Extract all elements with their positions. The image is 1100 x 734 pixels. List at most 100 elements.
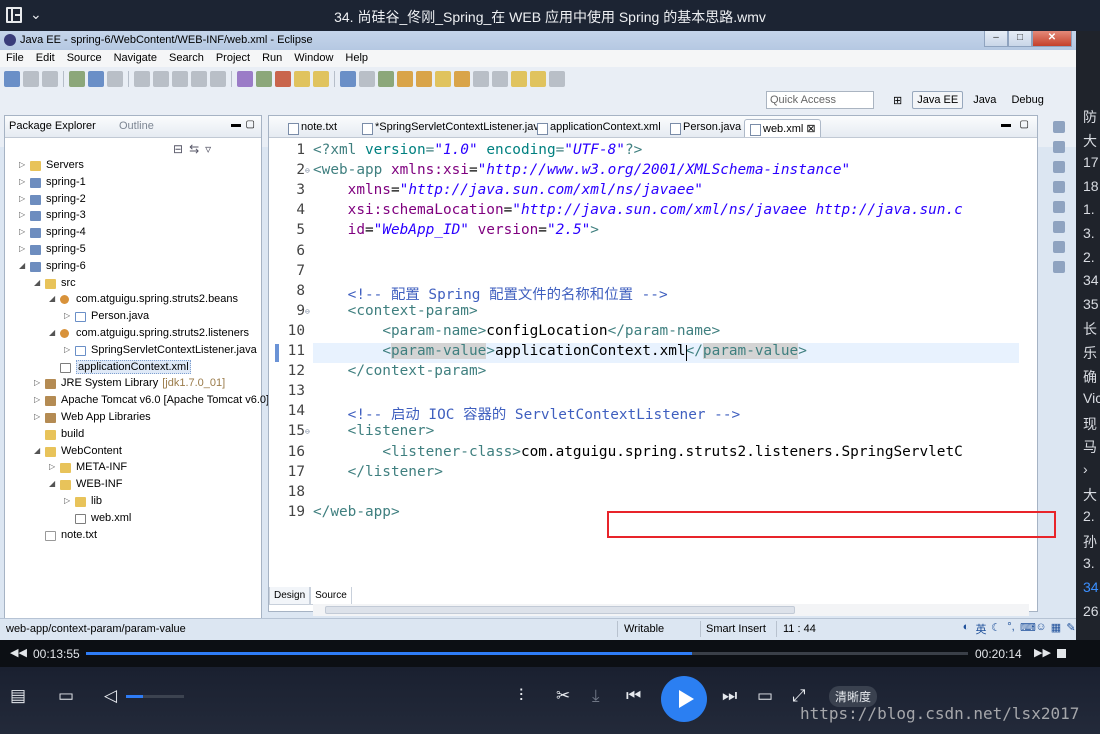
tree-item[interactable]: ◢ WebContent bbox=[5, 444, 261, 461]
playlist-item[interactable]: 乐 bbox=[1083, 343, 1097, 363]
code-line[interactable]: id="WebApp_ID" version="2.5"> bbox=[313, 222, 599, 242]
download-icon[interactable]: ⤓ bbox=[592, 686, 600, 706]
menu-item-navigate[interactable]: Navigate bbox=[108, 50, 163, 67]
publish-icon[interactable] bbox=[88, 71, 104, 87]
properties-icon[interactable] bbox=[1053, 221, 1065, 233]
playlist-icon[interactable]: ▤ bbox=[10, 686, 26, 706]
fold-toggle-icon[interactable]: ⊖ bbox=[305, 427, 313, 436]
fast-forward-icon[interactable]: ▶▶ bbox=[1034, 646, 1051, 659]
code-line[interactable]: </context-param> bbox=[313, 363, 487, 383]
playlist-item[interactable]: 35 bbox=[1083, 296, 1099, 312]
tree-item[interactable]: applicationContext.xml bbox=[5, 359, 261, 377]
playlist-item[interactable]: › bbox=[1083, 461, 1088, 477]
playlist-item[interactable]: 34 bbox=[1083, 579, 1099, 595]
menu-item-search[interactable]: Search bbox=[163, 50, 210, 67]
maximize-button[interactable]: □ bbox=[1008, 31, 1032, 47]
tree-item[interactable]: note.txt bbox=[5, 528, 261, 545]
equalizer-icon[interactable]: ⫶ bbox=[519, 686, 523, 706]
code-line[interactable]: <param-name>configLocation</param-name> bbox=[313, 323, 720, 343]
next-icon[interactable]: ⏭ bbox=[722, 686, 737, 706]
expand-arrow-icon[interactable]: ▷ bbox=[34, 378, 40, 387]
expand-arrow-icon[interactable]: ▷ bbox=[19, 177, 25, 186]
close-button[interactable]: ✕ bbox=[1032, 31, 1072, 47]
playlist-item[interactable]: 长 bbox=[1083, 319, 1097, 339]
terminate-icon[interactable] bbox=[172, 71, 188, 87]
expand-arrow-icon[interactable]: ▷ bbox=[34, 395, 40, 404]
playlist-item[interactable]: 大 bbox=[1083, 485, 1097, 505]
expand-arrow-icon[interactable]: ▷ bbox=[64, 345, 70, 354]
perspective-java[interactable]: Java bbox=[968, 91, 1001, 109]
playlist-item[interactable]: 17 bbox=[1083, 154, 1099, 170]
volume-slider[interactable] bbox=[126, 695, 184, 698]
menu-item-help[interactable]: Help bbox=[339, 50, 374, 67]
maximize-editor-icon[interactable]: ▢ bbox=[1020, 119, 1029, 130]
perspective-java-ee[interactable]: Java EE bbox=[912, 91, 964, 109]
next-annotation-icon[interactable] bbox=[473, 71, 489, 87]
new-icon[interactable] bbox=[4, 71, 20, 87]
run-icon[interactable] bbox=[256, 71, 272, 87]
collapse-arrow-icon[interactable]: ◢ bbox=[34, 446, 40, 455]
playlist-item[interactable]: 2. bbox=[1083, 249, 1095, 265]
rewind-icon[interactable]: ◀◀ bbox=[10, 646, 27, 659]
web-browser-icon[interactable] bbox=[359, 71, 375, 87]
menu-item-project[interactable]: Project bbox=[210, 50, 256, 67]
pin-icon[interactable] bbox=[549, 71, 565, 87]
expand-arrow-icon[interactable]: ▷ bbox=[19, 227, 25, 236]
perspective-debug[interactable]: Debug bbox=[1006, 91, 1048, 109]
view-menu-icon[interactable]: ▿ bbox=[205, 142, 211, 156]
volume-icon[interactable]: ◁ bbox=[104, 686, 117, 706]
console-icon[interactable] bbox=[1053, 161, 1065, 173]
forward-icon[interactable] bbox=[530, 71, 546, 87]
open-task-icon[interactable] bbox=[416, 71, 432, 87]
menu-item-edit[interactable]: Edit bbox=[30, 50, 61, 67]
progress-slider[interactable] bbox=[86, 652, 968, 655]
problems-icon[interactable] bbox=[1053, 141, 1065, 153]
playlist-item[interactable]: 3. bbox=[1083, 225, 1095, 241]
tree-item[interactable]: web.xml bbox=[5, 511, 261, 528]
save-icon[interactable] bbox=[23, 71, 39, 87]
expand-arrow-icon[interactable]: ▷ bbox=[19, 194, 25, 203]
editor-tab[interactable]: applicationContext.xml bbox=[532, 119, 665, 137]
playlist-item[interactable]: 34 bbox=[1083, 272, 1099, 288]
tree-item[interactable]: ▷ META-INF bbox=[5, 460, 261, 477]
globe-icon[interactable] bbox=[378, 71, 394, 87]
expand-arrow-icon[interactable]: ▷ bbox=[19, 210, 25, 219]
tree-item[interactable]: build bbox=[5, 427, 261, 444]
tree-item[interactable]: ◢ spring-6 bbox=[5, 259, 261, 276]
ime-punct-icon[interactable]: °, bbox=[1005, 621, 1017, 637]
suspend-icon[interactable] bbox=[153, 71, 169, 87]
playlist-item[interactable]: 3. bbox=[1083, 555, 1095, 571]
code-line[interactable]: <listener> bbox=[313, 423, 435, 443]
minimize-editor-icon[interactable]: ▬ bbox=[1001, 119, 1011, 130]
tree-item[interactable]: ▷ Person.java bbox=[5, 309, 261, 326]
ime-skin-icon[interactable]: ▦ bbox=[1050, 621, 1062, 637]
tree-item[interactable]: ▷ spring-3 bbox=[5, 208, 261, 225]
task-list-icon[interactable] bbox=[1053, 121, 1065, 133]
ime-user-icon[interactable]: ☺ bbox=[1035, 621, 1047, 637]
expand-arrow-icon[interactable]: ▷ bbox=[19, 160, 25, 169]
collapse-arrow-icon[interactable]: ◢ bbox=[19, 261, 25, 270]
tree-item[interactable]: ▷ Web App Libraries bbox=[5, 410, 261, 427]
quick-access-input[interactable]: Quick Access bbox=[766, 91, 874, 109]
code-line[interactable]: xsi:schemaLocation="http://java.sun.com/… bbox=[313, 202, 963, 222]
code-line[interactable]: </listener> bbox=[313, 464, 443, 484]
tree-item[interactable]: ▷ Servers bbox=[5, 158, 261, 175]
maximize-view-icon[interactable]: ▢ bbox=[246, 119, 255, 130]
collapse-arrow-icon[interactable]: ◢ bbox=[49, 479, 55, 488]
code-line[interactable]: <!-- 配置 Spring 配置文件的名称和位置 --> bbox=[313, 283, 668, 303]
fullscreen-icon[interactable]: ⤢ bbox=[792, 686, 806, 706]
fold-toggle-icon[interactable]: ⊖ bbox=[305, 166, 313, 175]
external-tools-icon[interactable] bbox=[275, 71, 291, 87]
editor-tab[interactable]: web.xml ⊠ bbox=[744, 119, 821, 137]
open-type-icon[interactable] bbox=[340, 71, 356, 87]
tab-source[interactable]: Source bbox=[310, 587, 352, 605]
tree-item[interactable]: ▷ lib bbox=[5, 494, 261, 511]
screen-icon[interactable]: ▭ bbox=[757, 686, 773, 706]
step-into-icon[interactable] bbox=[191, 71, 207, 87]
junit-icon[interactable] bbox=[1053, 261, 1065, 273]
ime-logo-icon[interactable]: ◐ bbox=[960, 621, 972, 637]
tree-item[interactable]: ▷ spring-4 bbox=[5, 225, 261, 242]
tree-item[interactable]: ▷ spring-1 bbox=[5, 175, 261, 192]
code-line[interactable]: <listener-class>com.atguigu.spring.strut… bbox=[313, 444, 962, 464]
tab-package-explorer[interactable]: Package Explorer bbox=[9, 120, 96, 132]
